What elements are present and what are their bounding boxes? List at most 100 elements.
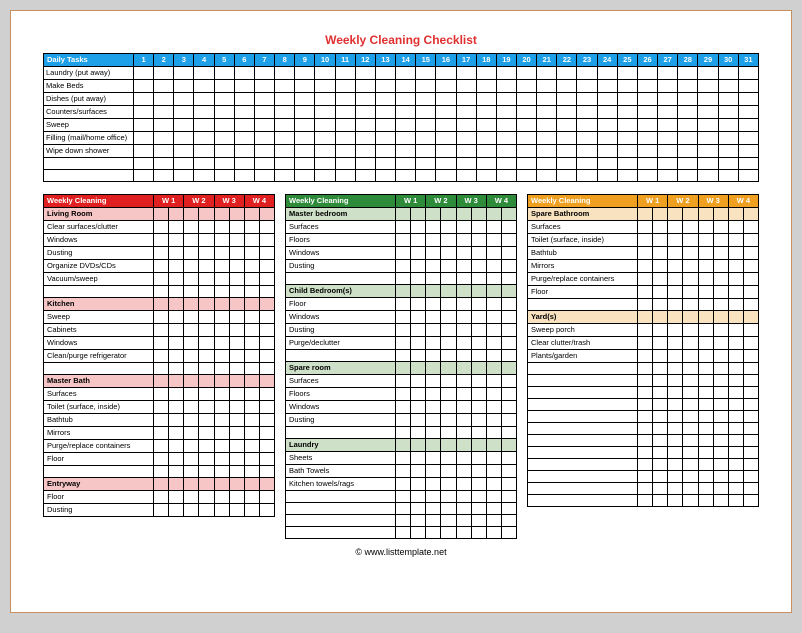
daily-cell[interactable] [537,67,557,80]
weekly-cell[interactable] [411,515,426,527]
daily-cell[interactable] [456,93,476,106]
weekly-cell[interactable] [259,247,274,260]
daily-cell[interactable] [637,158,657,170]
weekly-cell[interactable] [471,515,486,527]
daily-cell[interactable] [537,119,557,132]
weekly-cell[interactable] [683,260,698,273]
weekly-cell[interactable] [501,337,516,350]
weekly-cell[interactable] [638,234,653,247]
weekly-cell[interactable] [743,483,758,495]
daily-cell[interactable] [698,145,718,158]
weekly-cell[interactable] [471,298,486,311]
daily-cell[interactable] [154,80,174,93]
daily-cell[interactable] [436,67,456,80]
weekly-cell[interactable] [184,221,199,234]
daily-cell[interactable] [516,119,536,132]
weekly-cell[interactable] [638,350,653,363]
weekly-cell[interactable] [259,260,274,273]
weekly-cell[interactable] [411,527,426,539]
daily-cell[interactable] [738,145,758,158]
daily-cell[interactable] [718,132,738,145]
daily-cell[interactable] [496,170,516,182]
weekly-cell[interactable] [441,503,456,515]
weekly-cell[interactable] [486,221,501,234]
weekly-cell[interactable] [229,427,244,440]
daily-cell[interactable] [154,119,174,132]
daily-cell[interactable] [416,80,436,93]
weekly-cell[interactable] [441,388,456,401]
daily-cell[interactable] [698,170,718,182]
daily-cell[interactable] [134,67,154,80]
weekly-cell[interactable] [199,234,214,247]
weekly-cell[interactable] [426,234,441,247]
weekly-cell[interactable] [244,324,259,337]
weekly-cell[interactable] [411,247,426,260]
daily-cell[interactable] [396,67,416,80]
weekly-cell[interactable] [471,503,486,515]
daily-cell[interactable] [637,67,657,80]
daily-cell[interactable] [516,67,536,80]
weekly-cell[interactable] [683,286,698,299]
daily-cell[interactable] [275,132,295,145]
daily-cell[interactable] [355,106,375,119]
weekly-cell[interactable] [411,298,426,311]
daily-cell[interactable] [718,145,738,158]
daily-cell[interactable] [516,106,536,119]
weekly-cell[interactable] [713,247,728,260]
daily-cell[interactable] [335,106,355,119]
weekly-cell[interactable] [396,527,411,539]
weekly-cell[interactable] [501,478,516,491]
weekly-cell[interactable] [214,414,229,427]
daily-cell[interactable] [315,145,335,158]
weekly-cell[interactable] [683,471,698,483]
weekly-cell[interactable] [426,362,441,375]
weekly-cell[interactable] [396,208,411,221]
weekly-cell[interactable] [471,362,486,375]
weekly-cell[interactable] [668,459,683,471]
weekly-cell[interactable] [698,311,713,324]
weekly-cell[interactable] [396,503,411,515]
daily-cell[interactable] [496,106,516,119]
weekly-cell[interactable] [411,401,426,414]
weekly-cell[interactable] [471,388,486,401]
weekly-cell[interactable] [229,208,244,221]
weekly-cell[interactable] [154,298,169,311]
weekly-cell[interactable] [743,324,758,337]
weekly-cell[interactable] [698,273,713,286]
weekly-cell[interactable] [184,491,199,504]
daily-cell[interactable] [355,170,375,182]
weekly-cell[interactable] [244,298,259,311]
daily-cell[interactable] [234,158,254,170]
daily-cell[interactable] [678,67,698,80]
daily-cell[interactable] [678,132,698,145]
weekly-cell[interactable] [668,387,683,399]
weekly-cell[interactable] [456,375,471,388]
weekly-cell[interactable] [668,221,683,234]
weekly-cell[interactable] [653,273,668,286]
weekly-cell[interactable] [501,491,516,503]
weekly-cell[interactable] [638,208,653,221]
weekly-cell[interactable] [713,208,728,221]
weekly-cell[interactable] [154,427,169,440]
weekly-cell[interactable] [638,399,653,411]
weekly-cell[interactable] [456,221,471,234]
weekly-cell[interactable] [229,311,244,324]
weekly-cell[interactable] [743,221,758,234]
daily-cell[interactable] [254,67,274,80]
weekly-cell[interactable] [486,362,501,375]
weekly-cell[interactable] [396,439,411,452]
weekly-cell[interactable] [244,440,259,453]
weekly-cell[interactable] [743,273,758,286]
weekly-cell[interactable] [728,423,743,435]
weekly-cell[interactable] [229,221,244,234]
weekly-cell[interactable] [441,465,456,478]
daily-cell[interactable] [396,93,416,106]
weekly-cell[interactable] [169,286,184,298]
weekly-cell[interactable] [244,260,259,273]
weekly-cell[interactable] [184,375,199,388]
weekly-cell[interactable] [743,363,758,375]
daily-cell[interactable] [597,158,617,170]
daily-cell[interactable] [516,132,536,145]
weekly-cell[interactable] [698,234,713,247]
weekly-cell[interactable] [486,311,501,324]
